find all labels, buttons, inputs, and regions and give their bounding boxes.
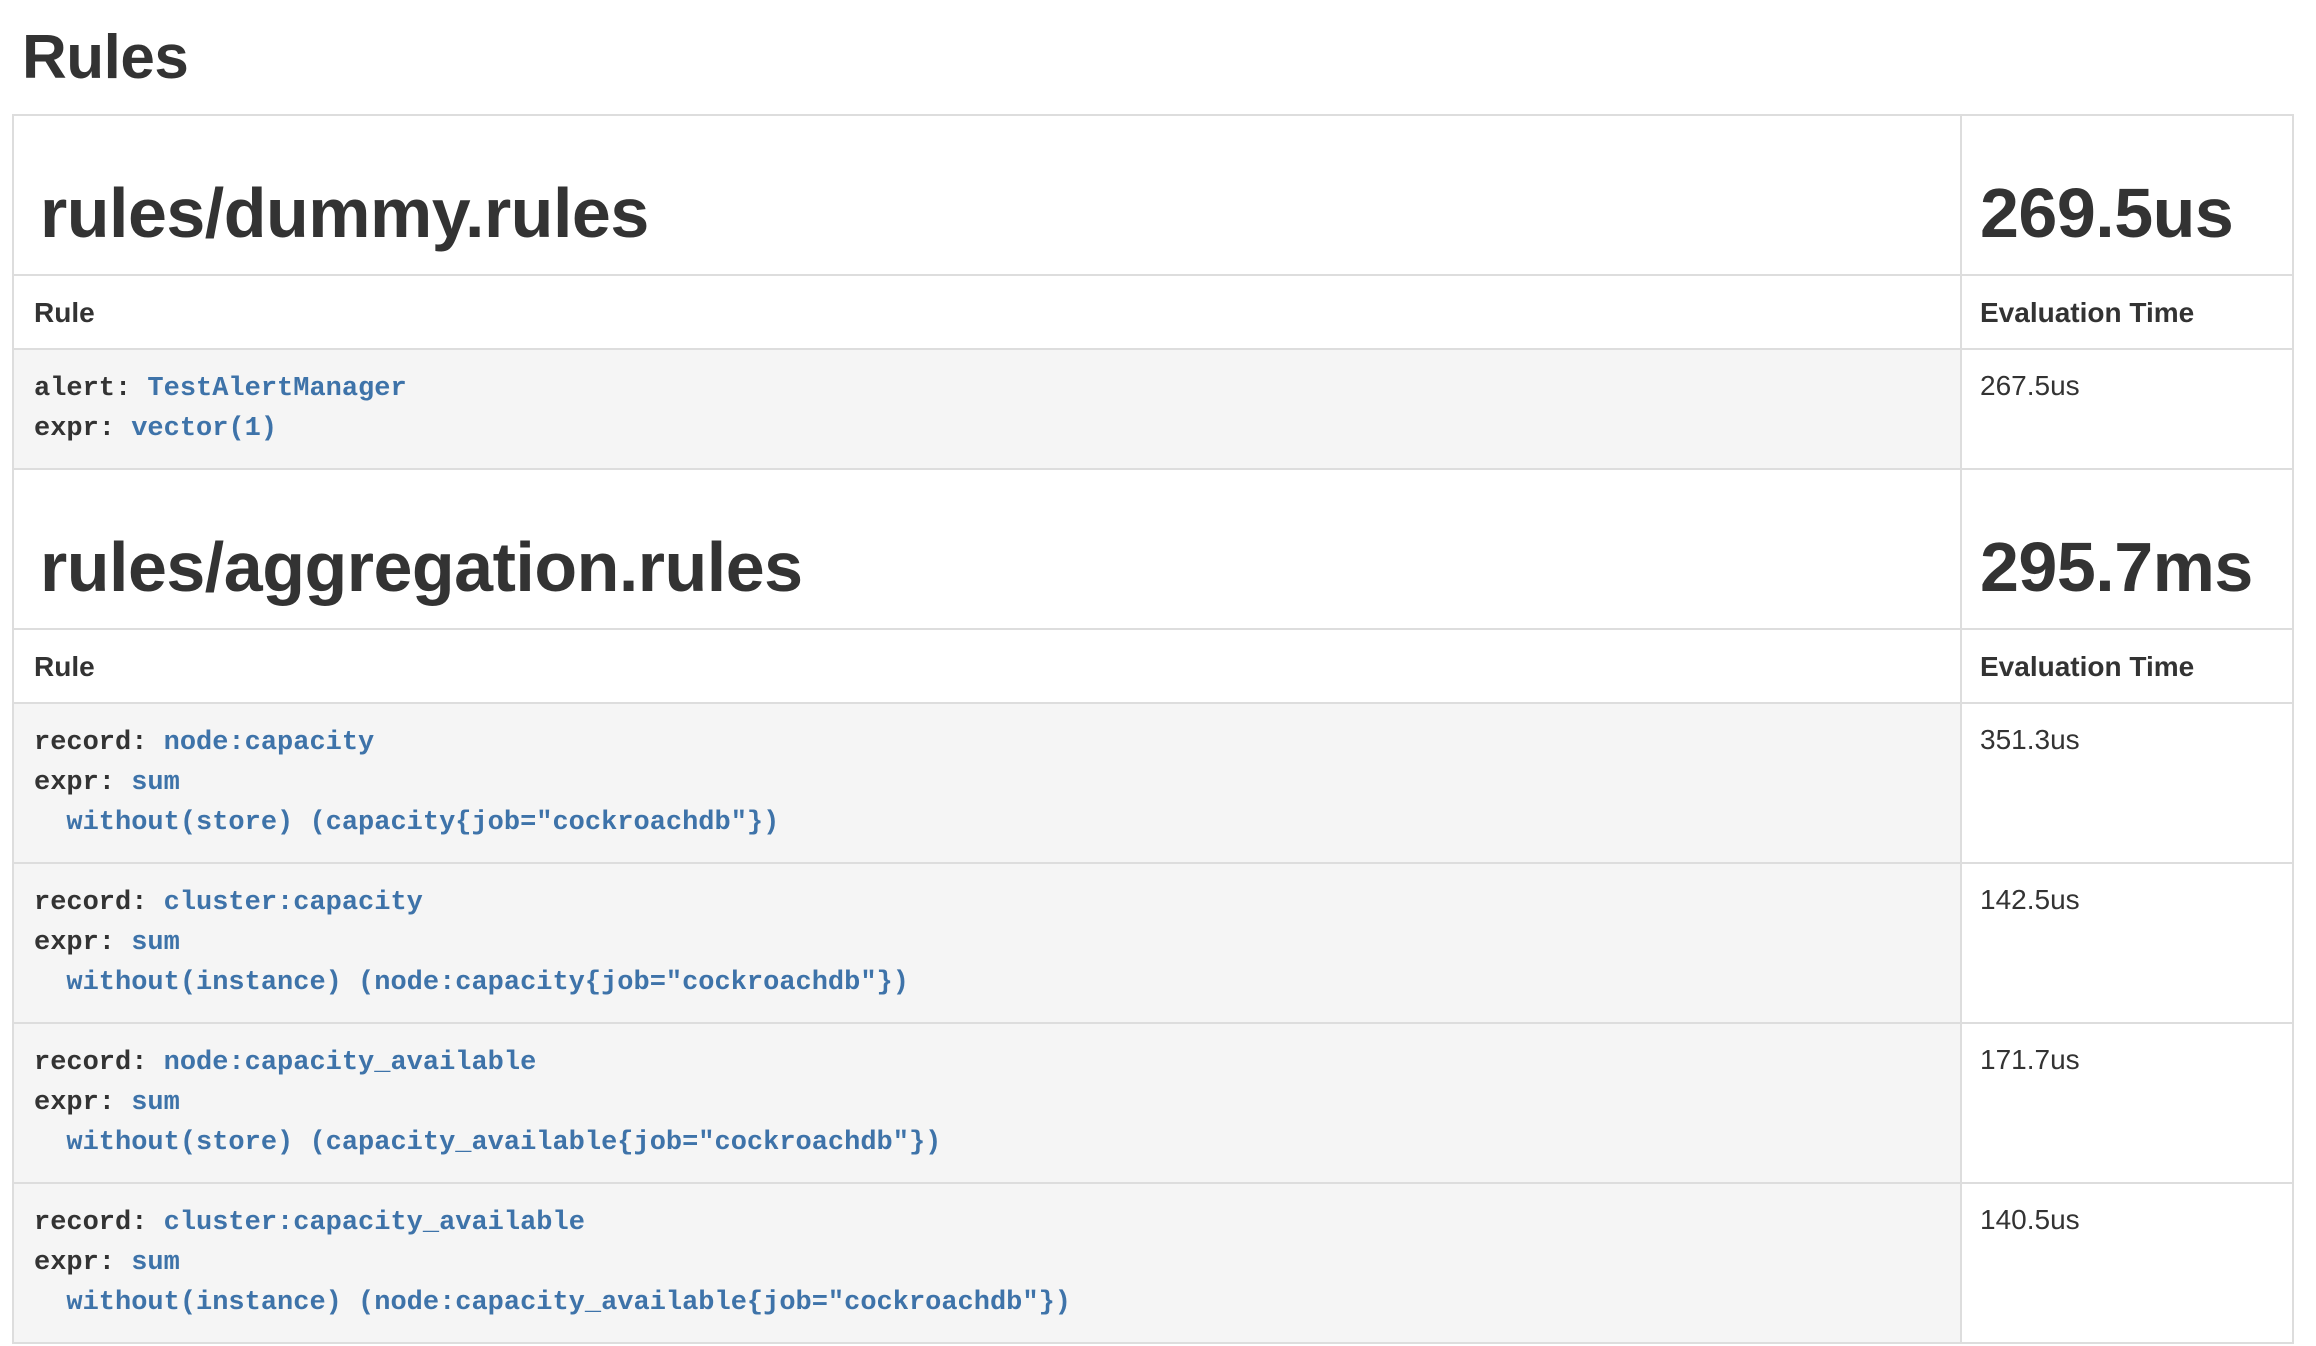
rule-evaluation-time: 140.5us <box>1961 1183 2293 1343</box>
column-header-evaluation-time: Evaluation Time <box>1961 275 2293 349</box>
rule-group-evaluation-total-cell: 269.5us <box>1961 115 2293 275</box>
rule-code-line: expr: sum <box>34 923 1940 963</box>
rule-expression-link[interactable]: node:capacity <box>164 728 375 758</box>
rule-code-line: without(store) (capacity_available{job="… <box>34 1123 1940 1163</box>
rule-group-evaluation-total: 269.5us <box>1980 174 2292 252</box>
rule-evaluation-time: 171.7us <box>1961 1023 2293 1183</box>
rule-evaluation-time: 142.5us <box>1961 863 2293 1023</box>
rule-code-line: expr: sum <box>34 1083 1940 1123</box>
rule-code-line: without(instance) (node:capacity{job="co… <box>34 963 1940 1003</box>
rules-table-body: rules/dummy.rules269.5usRuleEvaluation T… <box>13 115 2293 1343</box>
rule-code-line: record: node:capacity_available <box>34 1043 1940 1083</box>
rule-code-line: expr: sum <box>34 1243 1940 1283</box>
rule-field-key: expr: <box>34 1248 131 1278</box>
column-header-rule: Rule <box>13 275 1961 349</box>
rule-field-key: alert: <box>34 374 147 404</box>
rule-expression-link[interactable]: without(instance) (node:capacity{job="co… <box>34 968 909 998</box>
column-header-rule: Rule <box>13 629 1961 703</box>
rule-group-file: rules/dummy.rules <box>40 174 1960 252</box>
rule-expression-link[interactable]: node:capacity_available <box>164 1048 537 1078</box>
rule-definition-cell: record: node:capacityexpr: sum without(s… <box>13 703 1961 863</box>
rule-expression-link[interactable]: sum <box>131 928 180 958</box>
rule-group-file-cell: rules/dummy.rules <box>13 115 1961 275</box>
rule-definition-cell: record: cluster:capacity_availableexpr: … <box>13 1183 1961 1343</box>
column-header-row: RuleEvaluation Time <box>13 629 2293 703</box>
rule-code-line: without(store) (capacity{job="cockroachd… <box>34 803 1940 843</box>
rule-evaluation-time: 351.3us <box>1961 703 2293 863</box>
rule-expression-link[interactable]: sum <box>131 1088 180 1118</box>
rule-field-key: expr: <box>34 928 131 958</box>
rule-row: record: node:capacity_availableexpr: sum… <box>13 1023 2293 1183</box>
rule-code-line: expr: sum <box>34 763 1940 803</box>
rule-group-evaluation-total: 295.7ms <box>1980 528 2292 606</box>
rule-group-file: rules/aggregation.rules <box>40 528 1960 606</box>
rule-expression-link[interactable]: sum <box>131 768 180 798</box>
rule-expression-link[interactable]: cluster:capacity_available <box>164 1208 585 1238</box>
rule-expression-link[interactable]: without(instance) (node:capacity_availab… <box>34 1288 1071 1318</box>
rule-field-key: expr: <box>34 414 131 444</box>
rule-group-file-cell: rules/aggregation.rules <box>13 469 1961 629</box>
rules-table: rules/dummy.rules269.5usRuleEvaluation T… <box>12 114 2294 1344</box>
rule-group-header-row: rules/dummy.rules 269.5us <box>13 115 2293 275</box>
rule-code-line: without(instance) (node:capacity_availab… <box>34 1283 1940 1323</box>
rule-expression-link[interactable]: sum <box>131 1248 180 1278</box>
rule-row: record: cluster:capacityexpr: sum withou… <box>13 863 2293 1023</box>
rule-row: alert: TestAlertManagerexpr: vector(1)26… <box>13 349 2293 469</box>
rule-expression-link[interactable]: TestAlertManager <box>147 374 406 404</box>
rule-definition-cell: record: node:capacity_availableexpr: sum… <box>13 1023 1961 1183</box>
rule-code-line: record: cluster:capacity_available <box>34 1203 1940 1243</box>
rule-code-line: record: cluster:capacity <box>34 883 1940 923</box>
page-title: Rules <box>22 24 2316 92</box>
rule-field-key: expr: <box>34 768 131 798</box>
rule-group-evaluation-total-cell: 295.7ms <box>1961 469 2293 629</box>
rule-field-key: record: <box>34 1208 164 1238</box>
rule-definition-cell: record: cluster:capacityexpr: sum withou… <box>13 863 1961 1023</box>
rule-code-line: record: node:capacity <box>34 723 1940 763</box>
rule-evaluation-time: 267.5us <box>1961 349 2293 469</box>
rule-row: record: cluster:capacity_availableexpr: … <box>13 1183 2293 1343</box>
rule-row: record: node:capacityexpr: sum without(s… <box>13 703 2293 863</box>
rule-field-key: expr: <box>34 1088 131 1118</box>
rule-expression-link[interactable]: without(store) (capacity{job="cockroachd… <box>34 808 779 838</box>
rule-expression-link[interactable]: vector(1) <box>131 414 277 444</box>
rule-code-line: alert: TestAlertManager <box>34 369 1940 409</box>
rule-field-key: record: <box>34 888 164 918</box>
rule-code-line: expr: vector(1) <box>34 409 1940 449</box>
rule-field-key: record: <box>34 728 164 758</box>
rule-definition-cell: alert: TestAlertManagerexpr: vector(1) <box>13 349 1961 469</box>
rule-group-header-row: rules/aggregation.rules 295.7ms <box>13 469 2293 629</box>
column-header-evaluation-time: Evaluation Time <box>1961 629 2293 703</box>
rule-expression-link[interactable]: cluster:capacity <box>164 888 423 918</box>
rule-field-key: record: <box>34 1048 164 1078</box>
column-header-row: RuleEvaluation Time <box>13 275 2293 349</box>
rule-expression-link[interactable]: without(store) (capacity_available{job="… <box>34 1128 941 1158</box>
